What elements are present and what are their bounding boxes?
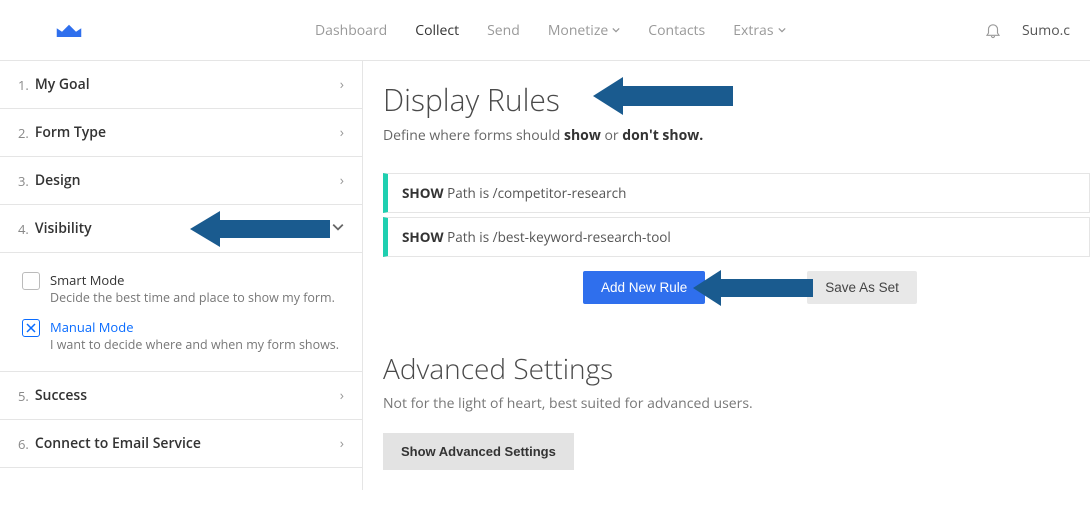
step-label: Design — [35, 171, 81, 190]
chevron-right-icon: › — [340, 123, 344, 142]
mode-title: Smart Mode — [50, 271, 335, 289]
chevron-right-icon: › — [340, 386, 344, 405]
nav-monetize[interactable]: Monetize — [548, 21, 620, 40]
step-my-goal[interactable]: 1. My Goal › — [0, 61, 362, 109]
page-title: Display Rules — [383, 79, 1090, 120]
nav-contacts[interactable]: Contacts — [648, 21, 705, 40]
step-form-type[interactable]: 2. Form Type › — [0, 109, 362, 157]
step-num: 2. — [18, 124, 29, 142]
rule-action: SHOW — [402, 184, 444, 202]
nav-collect[interactable]: Collect — [415, 21, 459, 40]
save-as-set-button[interactable]: Save As Set — [807, 271, 917, 304]
checkbox-selected-icon[interactable] — [22, 319, 40, 337]
step-num: 5. — [18, 387, 29, 405]
chevron-right-icon: › — [340, 434, 344, 453]
step-num: 4. — [18, 220, 29, 238]
step-visibility[interactable]: 4. Visibility — [0, 205, 362, 253]
add-new-rule-button[interactable]: Add New Rule — [583, 271, 705, 304]
step-num: 1. — [18, 76, 29, 94]
nav-extras[interactable]: Extras — [733, 21, 785, 40]
mode-manual[interactable]: Manual Mode I want to decide where and w… — [22, 312, 344, 359]
annotation-arrow-icon — [190, 207, 330, 251]
page-subtitle: Define where forms should show or don't … — [383, 126, 1090, 145]
annotation-arrow-icon — [693, 267, 813, 309]
step-label: Visibility — [35, 219, 92, 238]
sidebar: 1. My Goal › 2. Form Type › 3. Design › … — [0, 60, 362, 490]
chevron-right-icon: › — [340, 171, 344, 190]
mode-title: Manual Mode — [50, 318, 339, 336]
top-nav: Dashboard Collect Send Monetize Contacts… — [0, 0, 1090, 60]
advanced-title: Advanced Settings — [383, 350, 1090, 388]
rule-item[interactable]: SHOW Path is /competitor-research — [383, 173, 1090, 213]
mode-desc: I want to decide where and when my form … — [50, 336, 339, 353]
step-num: 3. — [18, 172, 29, 190]
rule-condition: Path is /competitor-research — [444, 184, 627, 202]
step-label: Success — [35, 386, 87, 405]
nav-send[interactable]: Send — [487, 21, 520, 40]
step-connect-email[interactable]: 6. Connect to Email Service › — [0, 420, 362, 468]
step-label: Connect to Email Service — [35, 434, 201, 453]
rule-item[interactable]: SHOW Path is /best-keyword-research-tool — [383, 217, 1090, 257]
mode-desc: Decide the best time and place to show m… — [50, 289, 335, 306]
logo-icon[interactable] — [55, 21, 95, 39]
chevron-down-icon — [612, 26, 620, 34]
bell-icon[interactable] — [984, 21, 1002, 39]
rule-action: SHOW — [402, 228, 444, 246]
nav-dashboard[interactable]: Dashboard — [315, 21, 387, 40]
nav-monetize-label: Monetize — [548, 21, 608, 40]
step-design[interactable]: 3. Design › — [0, 157, 362, 205]
main-panel: Display Rules Define where forms should … — [362, 60, 1090, 490]
subtitle-dont: don't show. — [622, 126, 703, 145]
chevron-right-icon: › — [340, 75, 344, 94]
step-label: My Goal — [35, 75, 90, 94]
account-name[interactable]: Sumo.c — [1022, 21, 1070, 40]
step-num: 6. — [18, 435, 29, 453]
subtitle-show: show — [564, 126, 601, 145]
nav-extras-label: Extras — [733, 21, 773, 40]
advanced-subtitle: Not for the light of heart, best suited … — [383, 394, 1090, 413]
mode-smart[interactable]: Smart Mode Decide the best time and plac… — [22, 265, 344, 312]
chevron-down-icon — [778, 26, 786, 34]
step-success[interactable]: 5. Success › — [0, 372, 362, 420]
subtitle-text: or — [601, 126, 622, 145]
rule-condition: Path is /best-keyword-research-tool — [444, 228, 671, 246]
checkbox-icon[interactable] — [22, 272, 40, 290]
show-advanced-button[interactable]: Show Advanced Settings — [383, 433, 574, 470]
visibility-modes: Smart Mode Decide the best time and plac… — [0, 253, 362, 372]
subtitle-text: Define where forms should — [383, 126, 564, 145]
chevron-down-icon — [332, 219, 344, 238]
step-label: Form Type — [35, 123, 106, 142]
